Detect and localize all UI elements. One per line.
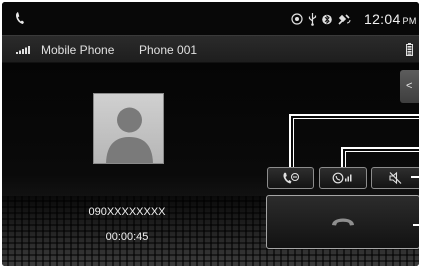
callout-line-switch-vertical-inner [345,151,346,167]
satellite-icon [338,13,351,25]
phone-speaker-icon [332,172,352,184]
callout-line-redial-vertical [289,114,291,167]
phone-name: Phone 001 [139,43,198,57]
callout-line-redial-horizontal [289,114,419,116]
status-bar: 12:04 PM [2,2,419,35]
redial-icon [282,172,299,184]
end-call-icon [332,218,354,226]
status-icons [291,12,351,26]
call-screen: 12:04 PM Mobile Phone Phone 001 090XXXXX… [2,2,419,266]
mute-icon [389,171,402,185]
bluetooth-icon [322,14,332,24]
clock-ampm: PM [402,16,417,26]
caller-number: 090XXXXXXXX [88,206,166,218]
phone-info-bar: Mobile Phone Phone 001 [2,35,419,63]
phone-speaker-button[interactable] [319,167,367,189]
callout-line-redial-vertical-inner [293,118,294,167]
battery-icon [406,43,413,56]
clock: 12:04 PM [364,11,417,27]
signal-strength-icon [16,46,30,54]
person-icon [106,107,153,163]
clock-time: 12:04 [364,11,401,27]
mute-button[interactable] [371,167,419,189]
side-tab-symbol: < [406,80,413,92]
location-icon [291,13,303,25]
callout-line-switch-horizontal-inner [345,151,419,152]
callout-line-switch-horizontal [341,147,419,149]
callout-line-mute [411,176,419,178]
device-label: Mobile Phone [41,43,115,57]
end-call-button[interactable] [266,195,419,249]
side-panel-tab[interactable]: < [400,70,419,103]
phone-icon [16,12,24,24]
callout-line-end-call [413,224,419,226]
call-duration: 00:00:45 [105,231,149,243]
redial-button[interactable] [267,167,314,189]
usb-icon [308,12,317,26]
call-main-area: 090XXXXXXXX 00:00:45 < [2,63,419,266]
callout-line-switch-vertical [341,147,343,167]
contact-avatar [93,93,164,164]
callout-line-redial-horizontal-inner [293,118,419,119]
